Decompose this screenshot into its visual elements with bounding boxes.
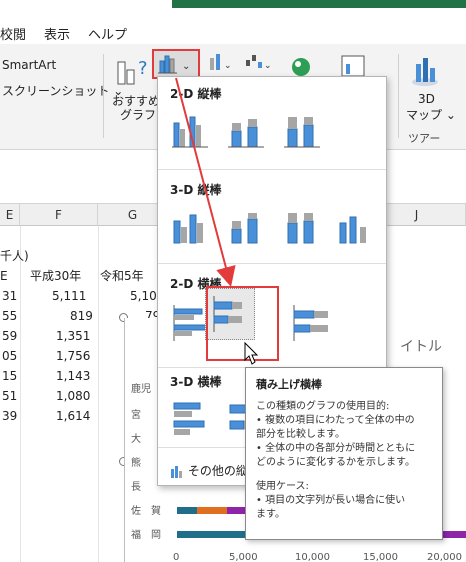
category-label: 宮	[131, 410, 141, 421]
smartart-button[interactable]: SmartArt	[2, 58, 56, 72]
header-cell[interactable]: 令和5年	[100, 266, 144, 286]
stacked-bar-red-highlight	[206, 286, 279, 361]
x-tick-label: 0	[173, 552, 180, 562]
title-bar-accent	[172, 0, 466, 8]
tooltip-line: • 全体の中の各部分が時間とともに	[256, 443, 416, 454]
svg-text:?: ?	[138, 58, 148, 79]
3d-map-label-1: 3D	[418, 92, 435, 106]
stacked-column-option[interactable]	[224, 109, 268, 153]
x-tick-label: 20,000	[427, 552, 462, 562]
tooltip-line: どのように変化するかを示します。	[256, 457, 415, 468]
waterfall-chart-icon[interactable]: ⌄	[244, 52, 274, 77]
tooltip-usage-line: • 項目の文字列が長い場合に使い	[256, 495, 406, 506]
category-label: 福 岡	[131, 530, 161, 541]
table-cell[interactable]: 1,143	[56, 366, 90, 386]
table-cell[interactable]: 59	[2, 326, 17, 346]
table-cell[interactable]: 31	[2, 286, 17, 306]
x-tick-label: 15,000	[363, 552, 398, 562]
x-tick-label: 5,000	[229, 552, 258, 562]
chart-title[interactable]: イトル	[400, 336, 442, 356]
more-column-charts-label: その他の縦	[187, 464, 248, 478]
tooltip-usage-line: ます。	[256, 509, 285, 520]
table-cell[interactable]: 15	[2, 366, 17, 386]
chart-bar-segment[interactable]	[197, 507, 227, 514]
clustered-column-option[interactable]	[168, 109, 212, 153]
100pct-stacked-bar-option[interactable]	[288, 301, 332, 345]
100pct-stacked-column-option[interactable]	[280, 109, 324, 153]
tooltip-line: この種類のグラフの使用目的:	[256, 401, 390, 412]
table-cell[interactable]: 05	[2, 346, 17, 366]
table-cell[interactable]: 1,351	[56, 326, 90, 346]
table-cell[interactable]: 5,111	[52, 286, 86, 306]
chart-bar-segment[interactable]	[177, 507, 197, 514]
column-chart-icon: ⌄	[158, 55, 190, 74]
3d-column-option[interactable]	[334, 205, 378, 249]
ribbon-separator-2	[398, 54, 399, 138]
grid-line	[20, 226, 21, 562]
tab-help[interactable]: ヘルプ	[88, 24, 127, 43]
tour-group-label: ツアー	[408, 132, 441, 145]
3d-map-label-2[interactable]: マップ ⌄	[406, 106, 456, 123]
unit-cell[interactable]: 千人)	[0, 246, 29, 266]
category-label: 熊	[131, 458, 141, 469]
section-3d-column: 3-D 縦棒	[170, 183, 222, 197]
header-cell[interactable]: 平成30年	[30, 266, 81, 286]
table-cell[interactable]: 819	[70, 306, 93, 326]
3d-map-icon[interactable]	[410, 54, 440, 91]
svg-text:⌄: ⌄	[264, 61, 272, 71]
table-cell[interactable]: 39	[2, 406, 17, 426]
column-header-e[interactable]: E	[0, 204, 20, 226]
category-label: 大	[131, 434, 141, 445]
3d-clustered-bar-option[interactable]	[168, 395, 212, 439]
category-label: 鹿児	[131, 384, 151, 395]
tab-view[interactable]: 表示	[44, 24, 70, 43]
table-cell[interactable]: 1,614	[56, 406, 90, 426]
section-3d-bar: 3-D 横棒	[170, 375, 222, 389]
menu-bar: 校閲 表示 ヘルプ	[0, 18, 466, 44]
table-cell[interactable]: 5,10	[130, 286, 157, 306]
divider	[158, 169, 386, 170]
more-column-charts-link[interactable]: その他の縦	[170, 462, 248, 479]
x-tick-label: 10,000	[295, 552, 330, 562]
recommended-chart-icon[interactable]: ?	[116, 52, 150, 89]
column-chart-button[interactable]: ⌄	[152, 49, 200, 79]
section-2d-column: 2-D 縦棒	[170, 87, 222, 101]
divider	[158, 263, 386, 264]
chart-bar-segment[interactable]	[227, 507, 247, 514]
stacked-bar-tooltip: 積み上げ横棒 この種類のグラフの使用目的: • 複数の項目にわたって全体の中の …	[245, 367, 443, 540]
tooltip-usage-heading: 使用ケース:	[256, 481, 309, 492]
column-header-f[interactable]: F	[20, 204, 98, 226]
table-cell[interactable]: 51	[2, 386, 17, 406]
tooltip-title: 積み上げ横棒	[256, 378, 322, 391]
tooltip-line: 部分を比較します。	[256, 429, 345, 440]
screenshot-button[interactable]: スクリーンショット ⌄	[2, 82, 123, 99]
tab-review[interactable]: 校閲	[0, 24, 26, 43]
3d-stacked-column-option[interactable]	[224, 205, 268, 249]
category-label: 長	[131, 482, 141, 493]
svg-text:⌄: ⌄	[182, 61, 190, 72]
title-strip	[0, 0, 466, 14]
table-cell[interactable]: 55	[2, 306, 17, 326]
ribbon-separator	[103, 54, 104, 138]
category-label: 佐 賀	[131, 506, 161, 517]
column-chart-icon	[171, 465, 182, 478]
3d-clustered-column-option[interactable]	[168, 205, 212, 249]
table-cell[interactable]: 1,080	[56, 386, 90, 406]
3d-100pct-stacked-column-option[interactable]	[280, 205, 324, 249]
svg-text:⌄: ⌄	[224, 61, 232, 71]
table-cell[interactable]: 1,756	[56, 346, 90, 366]
header-cell[interactable]: E	[0, 266, 8, 286]
hierarchy-chart-icon[interactable]: ⌄	[208, 52, 238, 77]
tooltip-line: • 複数の項目にわたって全体の中の	[256, 415, 415, 426]
grid-line	[98, 226, 99, 562]
recommended-chart-label-2: グラフ	[120, 108, 157, 122]
